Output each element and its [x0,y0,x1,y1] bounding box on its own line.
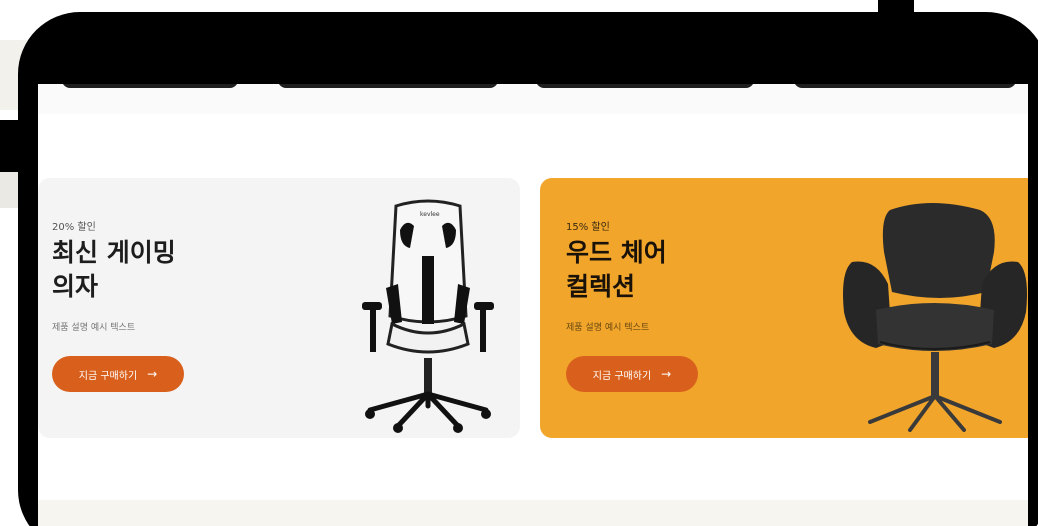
promo-title-line: 컬렉션 [566,272,636,301]
promo-banner-wood-chair[interactable]: 15% 할인 우드 체어 컬렉션 제품 설명 예시 텍스트 지금 구매하기 → [540,178,1028,438]
category-card[interactable] [278,84,498,88]
category-card[interactable] [536,84,754,88]
promo-description: 제품 설명 예시 텍스트 [52,323,136,333]
buy-now-button[interactable]: 지금 구매하기 → [52,356,184,392]
buy-now-label: 지금 구매하기 [78,370,138,382]
promo-title: 우드 체어 컬렉션 [566,236,786,304]
arrow-right-icon: → [661,367,672,381]
promo-title: 최신 게이밍 의자 [52,236,272,304]
promo-banner-gaming-chair[interactable]: 20% 할인 최신 게이밍 의자 제품 설명 예시 텍스트 지금 구매하기 → … [38,178,520,438]
promo-title-line: 의자 [52,272,99,301]
device-screen: 20% 할인 최신 게이밍 의자 제품 설명 예시 텍스트 지금 구매하기 → … [38,84,1028,526]
category-card[interactable] [794,84,1016,88]
promo-title-line: 우드 체어 [566,238,667,267]
gaming-chair-image: kevlee [362,199,494,433]
chair-logo-text: kevlee [420,211,440,218]
category-card[interactable] [62,84,238,88]
promo-title-line: 최신 게이밍 [52,238,176,267]
category-strip [38,84,1028,114]
promo-description: 제품 설명 예시 텍스트 [566,323,650,333]
buy-now-label: 지금 구매하기 [592,370,652,382]
next-section-strip [38,500,1028,526]
buy-now-button[interactable]: 지금 구매하기 → [566,356,698,392]
arrow-right-icon: → [147,367,158,381]
discount-label: 20% 할인 [52,222,96,233]
discount-label: 15% 할인 [566,222,610,233]
lounge-chair-image [843,203,1027,432]
